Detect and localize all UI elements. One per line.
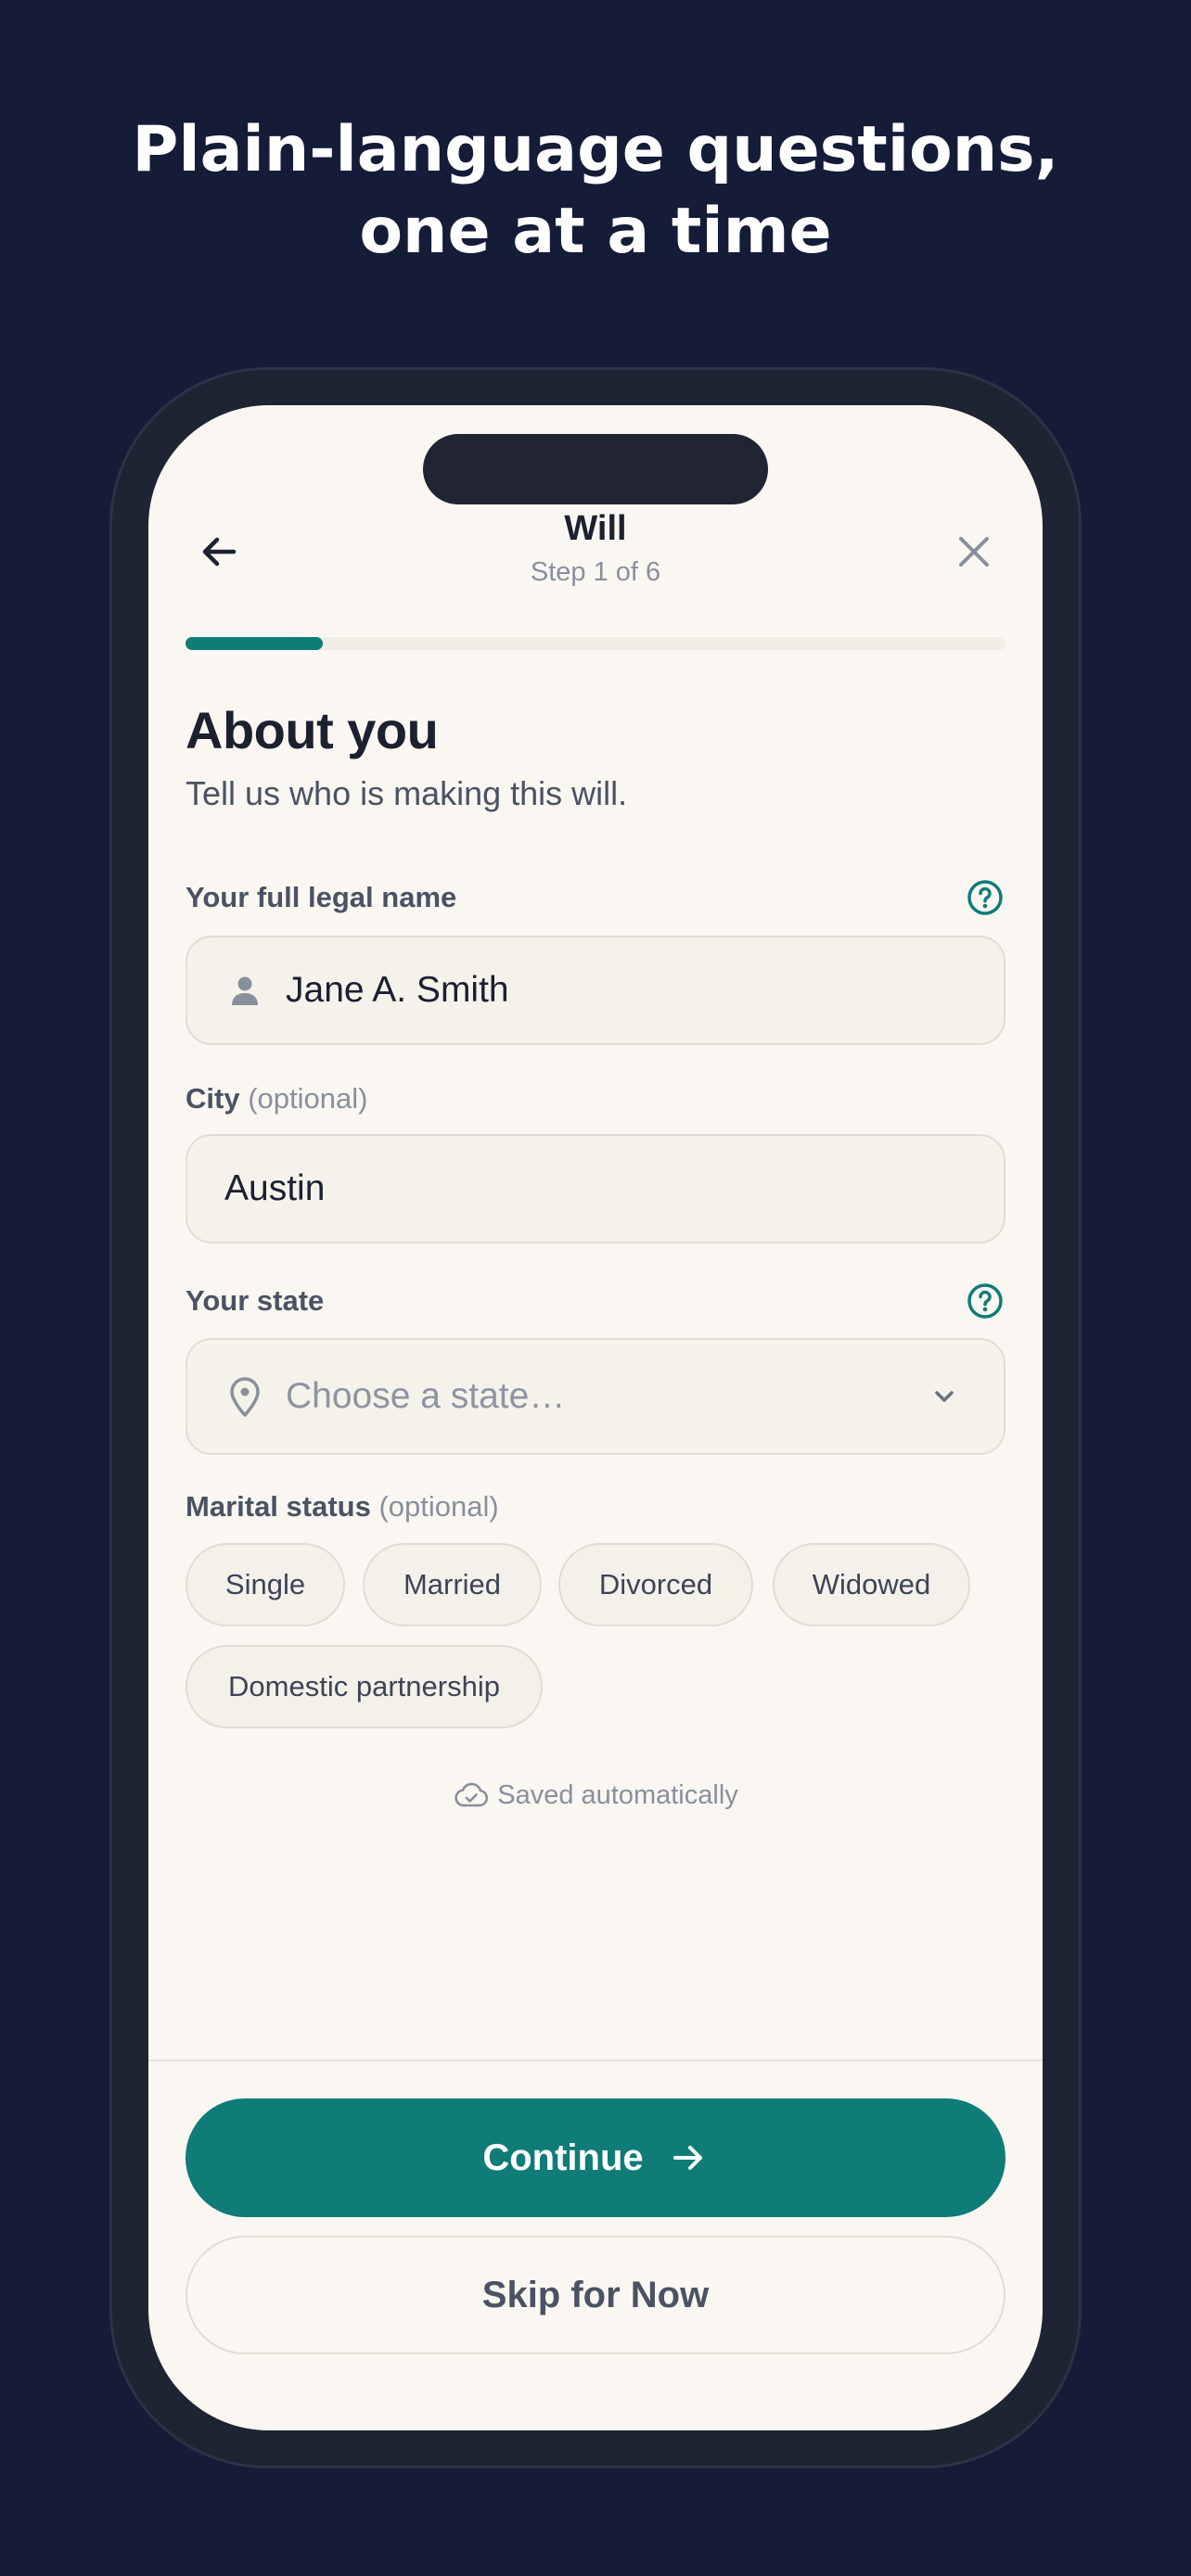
optional-hint: (optional) <box>248 1082 368 1115</box>
help-circle-icon[interactable] <box>965 1281 1005 1321</box>
chevron-down-icon <box>935 1391 954 1402</box>
progress-fill <box>186 637 323 650</box>
person-icon <box>224 970 265 1011</box>
page-subtitle: Tell us who is making this will. <box>186 774 628 812</box>
full-name-value: Jane A. Smith <box>286 970 509 1010</box>
step-indicator: Step 1 of 6 <box>530 557 661 587</box>
chip-single[interactable]: Single <box>186 1543 345 1626</box>
state-select[interactable]: Choose a state… <box>186 1338 1005 1455</box>
chip-divorced[interactable]: Divorced <box>558 1543 753 1626</box>
continue-button[interactable]: Continue <box>186 2098 1005 2217</box>
city-label: City (optional) <box>186 1082 368 1115</box>
dynamic-island <box>423 434 768 504</box>
full-name-field[interactable]: Jane A. Smith <box>186 936 1005 1045</box>
nav-title: Will <box>564 509 627 548</box>
chip-widowed[interactable]: Widowed <box>773 1543 970 1626</box>
skip-button[interactable]: Skip for Now <box>186 2236 1005 2354</box>
app-screen: Will Step 1 of 6 About you Tell us who i… <box>148 405 1043 2430</box>
progress-bar <box>186 637 1005 650</box>
arrow-right-icon <box>672 2146 702 2170</box>
map-pin-icon <box>224 1376 265 1417</box>
footer-divider <box>148 2060 1043 2061</box>
cloud-check-icon <box>455 1782 489 1806</box>
autosave-status: Saved automatically <box>148 1780 1043 1811</box>
name-label: Your full legal name <box>186 881 457 913</box>
state-label: Your state <box>186 1284 325 1317</box>
optional-hint: (optional) <box>378 1490 499 1523</box>
page-title: About you <box>186 701 439 759</box>
headline: Plain-language questions, one at a time <box>132 113 1059 268</box>
chip-domestic-partnership[interactable]: Domestic partnership <box>186 1645 543 1728</box>
close-icon <box>959 537 989 567</box>
close-button[interactable] <box>944 522 1004 581</box>
city-value: Austin <box>224 1168 326 1208</box>
state-placeholder: Choose a state… <box>286 1376 566 1416</box>
city-field[interactable]: Austin <box>186 1134 1005 1243</box>
chip-married[interactable]: Married <box>363 1543 542 1626</box>
marital-status-label: Marital status (optional) <box>186 1490 499 1523</box>
help-circle-icon[interactable] <box>965 877 1005 918</box>
